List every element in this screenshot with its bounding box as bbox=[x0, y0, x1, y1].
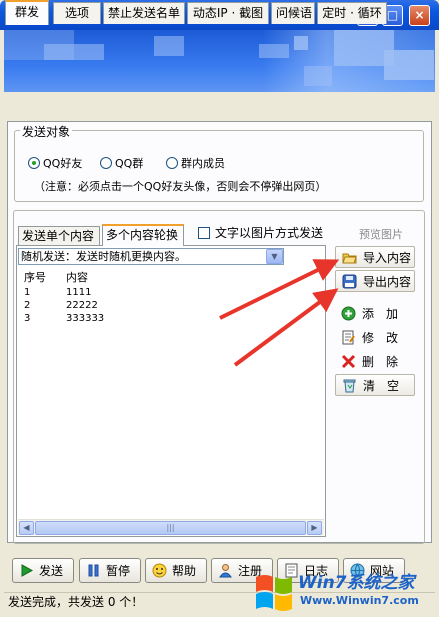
row-index: 1 bbox=[24, 287, 31, 298]
chevron-down-icon[interactable]: ▼ bbox=[266, 249, 283, 264]
tab-single-content[interactable]: 发送单个内容 bbox=[18, 226, 100, 245]
radio-dot bbox=[100, 157, 112, 169]
tab-options[interactable]: 选项 bbox=[53, 2, 101, 24]
close-button[interactable]: × bbox=[409, 5, 430, 26]
tab-multi-content[interactable]: 多个内容轮换 bbox=[102, 224, 184, 246]
pause-icon bbox=[86, 563, 101, 578]
radio-dot bbox=[166, 157, 178, 169]
radio-label: QQ群 bbox=[115, 157, 144, 170]
row-content: 1111 bbox=[66, 287, 92, 298]
smiley-help-icon bbox=[152, 563, 167, 578]
column-header-index[interactable]: 序号 bbox=[24, 269, 46, 285]
target-group-title: 发送对象 bbox=[20, 123, 73, 140]
help-button[interactable]: 帮助 bbox=[145, 558, 207, 583]
add-label: 添 加 bbox=[362, 306, 399, 321]
list-item[interactable]: 2 22222 bbox=[24, 300, 98, 311]
delete-x-icon bbox=[341, 354, 356, 369]
watermark-brand: Win7系统之家 bbox=[298, 573, 415, 593]
folder-open-icon bbox=[342, 250, 357, 265]
list-item[interactable]: 1 1111 bbox=[24, 287, 91, 298]
export-content-button[interactable]: 导出内容 bbox=[335, 270, 415, 292]
clear-button[interactable]: 清 空 bbox=[335, 374, 415, 396]
clear-label: 清 空 bbox=[363, 378, 400, 393]
column-header-content[interactable]: 内容 bbox=[66, 269, 88, 285]
pause-button[interactable]: 暂停 bbox=[79, 558, 141, 583]
edit-document-icon bbox=[341, 330, 356, 345]
row-index: 2 bbox=[24, 300, 31, 311]
row-index: 3 bbox=[24, 313, 31, 324]
radio-qq-group[interactable]: QQ群 bbox=[100, 155, 143, 171]
radio-dot-selected bbox=[28, 157, 40, 169]
list-item[interactable]: 3 333333 bbox=[24, 313, 104, 324]
delete-label: 删 除 bbox=[362, 354, 399, 369]
tab-blocklist[interactable]: 禁止发送名单 bbox=[103, 2, 185, 24]
import-label: 导入内容 bbox=[363, 250, 412, 265]
edit-label: 修 改 bbox=[362, 330, 399, 345]
send-button[interactable]: 发送 bbox=[12, 558, 74, 583]
header-banner bbox=[4, 30, 435, 92]
horizontal-scrollbar[interactable]: ◀ ||| ▶ bbox=[18, 519, 324, 535]
scroll-left-icon[interactable]: ◀ bbox=[19, 521, 34, 535]
scroll-thumb[interactable]: ||| bbox=[35, 521, 306, 535]
tab-schedule[interactable]: 定时 · 循环 bbox=[317, 2, 387, 24]
row-content: 22222 bbox=[66, 300, 98, 311]
checkbox-label: 文字以图片方式发送 bbox=[215, 226, 324, 240]
recycle-bin-icon bbox=[342, 378, 357, 393]
radio-qq-friends[interactable]: QQ好友 bbox=[28, 155, 82, 171]
row-content: 333333 bbox=[66, 313, 105, 324]
image-send-checkbox[interactable]: 文字以图片方式发送 bbox=[198, 224, 323, 241]
watermark-url: Www.Winwin7.com bbox=[300, 594, 419, 607]
tab-greetings[interactable]: 问候语 bbox=[271, 2, 315, 24]
send-label: 发送 bbox=[39, 564, 64, 578]
user-icon bbox=[218, 563, 233, 578]
save-disk-icon bbox=[342, 274, 357, 289]
target-note: （注意：必须点击一个QQ好友头像，否则会不停弹出网页） bbox=[34, 180, 327, 193]
import-content-button[interactable]: 导入内容 bbox=[335, 246, 415, 268]
edit-button[interactable]: 修 改 bbox=[335, 326, 415, 348]
add-button[interactable]: 添 加 bbox=[335, 302, 415, 324]
add-icon bbox=[341, 306, 356, 321]
delete-button[interactable]: 删 除 bbox=[335, 350, 415, 372]
radio-label: 群内成员 bbox=[181, 157, 225, 170]
windows-logo-icon bbox=[256, 575, 292, 611]
preview-image-button[interactable]: 预览图片 bbox=[359, 226, 403, 242]
radio-group-members[interactable]: 群内成员 bbox=[166, 155, 225, 171]
export-label: 导出内容 bbox=[363, 274, 412, 289]
pause-label: 暂停 bbox=[106, 564, 131, 578]
tab-mass-send[interactable]: 群发 bbox=[5, 0, 49, 25]
radio-label: QQ好友 bbox=[43, 157, 83, 170]
scroll-right-icon[interactable]: ▶ bbox=[307, 521, 322, 535]
help-label: 帮助 bbox=[172, 564, 197, 578]
watermark: Win7系统之家 Www.Winwin7.com bbox=[250, 567, 436, 615]
play-icon bbox=[19, 563, 34, 578]
checkbox-box bbox=[198, 226, 210, 239]
tab-dynamic-ip[interactable]: 动态IP · 截图 bbox=[187, 2, 269, 24]
send-mode-select[interactable]: 随机发送：发送时随机更换内容。 bbox=[18, 248, 284, 265]
